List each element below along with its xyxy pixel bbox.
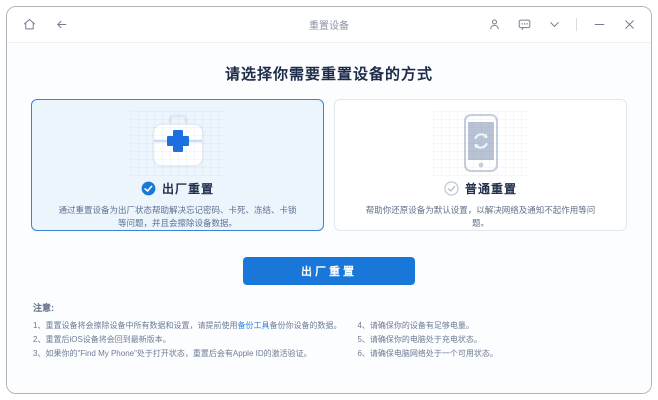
check-circle-filled-icon [141,181,156,196]
feedback-icon[interactable] [516,17,532,33]
notes-right-column: 4、请确保你的设备有足够电量。 5、请确保你的电脑处于充电状态。 6、请确保电脑… [357,319,629,361]
page-title: 请选择你需要重置设备的方式 [224,66,433,83]
factory-reset-title: 出厂重置 [161,182,214,196]
titlebar-separator [576,18,577,31]
content-area: 请选择你需要重置设备的方式 出厂重置 通过重置设备为出厂状态帮助解决忘记密码、卡… [7,43,651,393]
normal-reset-description: 帮助你还原设备为默认设置，以解决网络及通知不起作用等问题。 [365,205,596,228]
note-item-4: 4、请确保你的设备有足够电量。 [357,321,474,330]
notes-section: 注意: 1、重置设备将会擦除设备中所有数据和设置，请提前使用备份工具备份你设备的… [33,301,629,361]
card-factory-reset[interactable]: 出厂重置 通过重置设备为出厂状态帮助解决忘记密码、卡死、冻结、卡锁等问题，并且会… [31,99,324,231]
close-icon[interactable] [621,17,637,33]
normal-reset-title: 普通重置 [464,182,517,196]
home-icon[interactable] [21,17,37,33]
grid-pattern [129,110,226,176]
note-item-1: 1、重置设备将会擦除设备中所有数据和设置，请提前使用备份工具备份你设备的数据。 [33,321,342,330]
notes-label: 注意: [33,303,54,313]
check-circle-outline-icon [444,181,459,196]
note-item-3: 3、如果你的"Find My Phone"处于打开状态，重置后会有Apple I… [33,349,312,358]
factory-reset-button[interactable]: 出厂重置 [243,257,415,285]
note-item-6: 6、请确保电脑网络处于一个可用状态。 [357,349,498,358]
factory-reset-illustration [129,110,226,176]
notes-left-column: 1、重置设备将会擦除设备中所有数据和设置，请提前使用备份工具备份你设备的数据。 … [33,319,341,361]
user-icon[interactable] [486,17,502,33]
note-item-2: 2、重置后iOS设备将会回到最新版本。 [33,335,171,344]
app-window: 重置设备 请选择你需要重置设备的方式 出厂重置 通过重置设备为出厂状态帮助解决忘… [6,6,652,394]
backup-tool-link[interactable]: 备份工具 [237,321,269,330]
reset-mode-cards: 出厂重置 通过重置设备为出厂状态帮助解决忘记密码、卡死、冻结、卡锁等问题，并且会… [31,99,627,231]
chevron-down-icon[interactable] [546,17,562,33]
normal-reset-illustration [432,110,529,176]
back-icon[interactable] [53,17,69,33]
card-normal-reset[interactable]: 普通重置 帮助你还原设备为默认设置，以解决网络及通知不起作用等问题。 [334,99,627,231]
note-item-5: 5、请确保你的电脑处于充电状态。 [357,335,482,344]
factory-reset-description: 通过重置设备为出厂状态帮助解决忘记密码、卡死、冻结、卡锁等问题，并且会擦除设备数… [58,205,297,228]
minimize-icon[interactable] [591,17,607,33]
grid-pattern [432,110,529,176]
title-bar: 重置设备 [7,7,651,43]
